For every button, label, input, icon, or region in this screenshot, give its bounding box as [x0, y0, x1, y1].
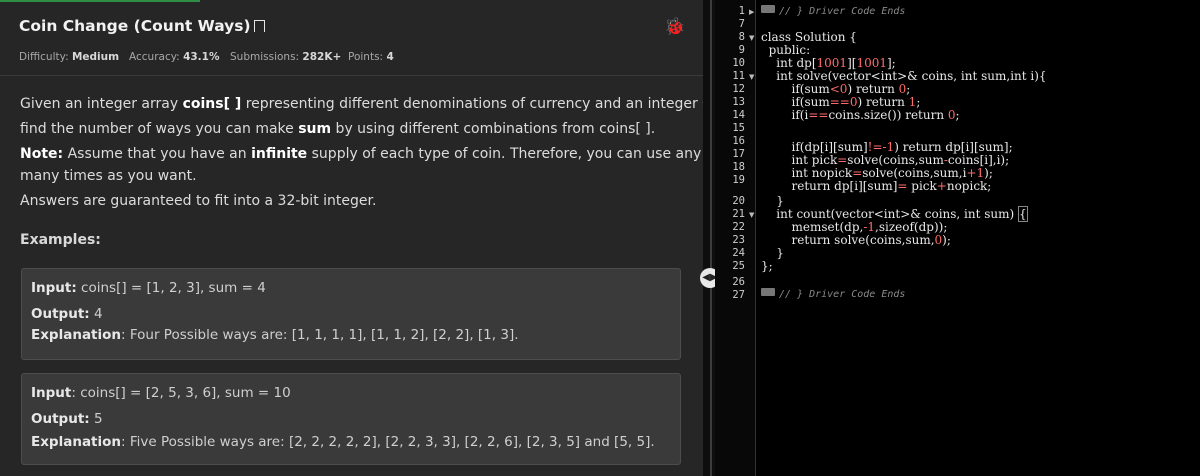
code-line: if(sum==0) return 1; — [761, 95, 921, 109]
example-box-1: Input: coins[] = [1, 2, 3], sum = 4 Outp… — [21, 268, 681, 360]
line-number: 12 — [732, 83, 745, 95]
line-number: 27 — [732, 289, 745, 301]
report-bug-icon[interactable]: 🐞 — [664, 17, 685, 37]
panel-splitter[interactable] — [703, 0, 715, 476]
fold-arrow-icon[interactable]: ▼ — [749, 34, 754, 42]
divider — [0, 75, 703, 76]
line-number: 24 — [732, 247, 745, 259]
fold-arrow-icon[interactable]: ▼ — [749, 73, 754, 81]
line-number: 10 — [732, 57, 745, 69]
line-number: 7 — [738, 18, 745, 30]
splitter-line — [710, 0, 712, 476]
code-line: } — [761, 194, 784, 208]
code-editor[interactable]: 1 7 8 9 10 11 12 13 14 15 16 17 18 19 20… — [715, 0, 1200, 476]
difficulty-meta: Difficulty: Medium — [19, 51, 120, 63]
example-explanation: Explanation: Five Possible ways are: [2,… — [31, 434, 655, 450]
example-output: Output: 4 — [31, 306, 103, 322]
line-number: 26 — [732, 276, 745, 288]
fold-arrow-icon[interactable]: ▶ — [749, 8, 754, 16]
example-output: Output: 5 — [31, 411, 103, 427]
line-number: 25 — [732, 260, 745, 272]
code-line: if(sum<0) return 0; — [761, 82, 911, 96]
points-meta: Points: 4 — [348, 51, 394, 63]
line-number: 18 — [732, 161, 745, 173]
line-number: 21 — [732, 208, 745, 220]
line-number: 22 — [732, 221, 745, 233]
problem-title: Coin Change (Count Ways) — [19, 17, 265, 35]
line-number: 20 — [732, 195, 745, 207]
line-number: 11 — [732, 70, 745, 82]
code-line: return dp[i][sum]= pick+nopick; — [761, 179, 992, 193]
line-number: 19 — [732, 174, 745, 186]
code-line: public: — [761, 43, 811, 57]
collapsed-region-icon[interactable] — [761, 5, 775, 13]
code-line: // } Driver Code Ends — [761, 286, 905, 300]
code-line: }; — [761, 259, 773, 273]
line-number: 17 — [732, 148, 745, 160]
note-line: Note: Assume that you have an infinite s… — [20, 146, 703, 162]
accuracy-meta: Accuracy: 43.1% — [129, 51, 220, 63]
code-line: int pick=solve(coins,sum-coins[i],i); — [761, 153, 1010, 167]
submissions-meta: Submissions: 282K+ — [230, 51, 342, 63]
line-number: 15 — [732, 122, 745, 134]
line-number: 13 — [732, 96, 745, 108]
problem-panel: Coin Change (Count Ways) 🐞 Difficulty: M… — [0, 0, 703, 476]
progress-accent-bar — [0, 0, 200, 2]
description-line-2: find the number of ways you can make sum… — [20, 121, 656, 137]
line-number: 23 — [732, 234, 745, 246]
code-line: memset(dp,-1,sizeof(dp)); — [761, 220, 948, 234]
description-line-5: Answers are guaranteed to fit into a 32-… — [20, 193, 377, 209]
line-number: 14 — [732, 109, 745, 121]
description-line-4: many times as you want. — [20, 168, 197, 184]
line-number: 9 — [738, 44, 745, 56]
bookmark-icon[interactable] — [253, 20, 265, 32]
examples-heading: Examples: — [20, 232, 101, 248]
example-box-2: Input: coins[] = [2, 5, 3, 6], sum = 10 … — [21, 373, 681, 465]
line-number: 16 — [732, 135, 745, 147]
fold-arrow-icon[interactable]: ▼ — [749, 211, 754, 219]
code-line: int dp[1001][1001]; — [761, 56, 896, 70]
code-line: } — [761, 246, 784, 260]
collapsed-region-icon[interactable] — [761, 288, 775, 296]
code-line: if(dp[i][sum]!=-1) return dp[i][sum]; — [761, 140, 1013, 154]
example-input: Input: coins[] = [1, 2, 3], sum = 4 — [31, 280, 266, 296]
line-number: 1 — [738, 5, 745, 17]
code-line: if(i==coins.size()) return 0; — [761, 108, 960, 122]
code-line: // } Driver Code Ends — [761, 3, 905, 17]
description-line-1: Given an integer array coins[ ] represen… — [20, 96, 703, 112]
example-input: Input: coins[] = [2, 5, 3, 6], sum = 10 — [31, 385, 291, 401]
code-line: int nopick=solve(coins,sum,i+1); — [761, 166, 993, 180]
code-line: return solve(coins,sum,0); — [761, 233, 951, 247]
example-explanation: Explanation: Four Possible ways are: [1,… — [31, 327, 519, 343]
line-number: 8 — [738, 31, 745, 43]
code-line: int solve(vector<int>& coins, int sum,in… — [761, 69, 1047, 83]
code-line: class Solution { — [761, 30, 857, 44]
code-line: int count(vector<int>& coins, int sum) { — [761, 206, 1028, 222]
